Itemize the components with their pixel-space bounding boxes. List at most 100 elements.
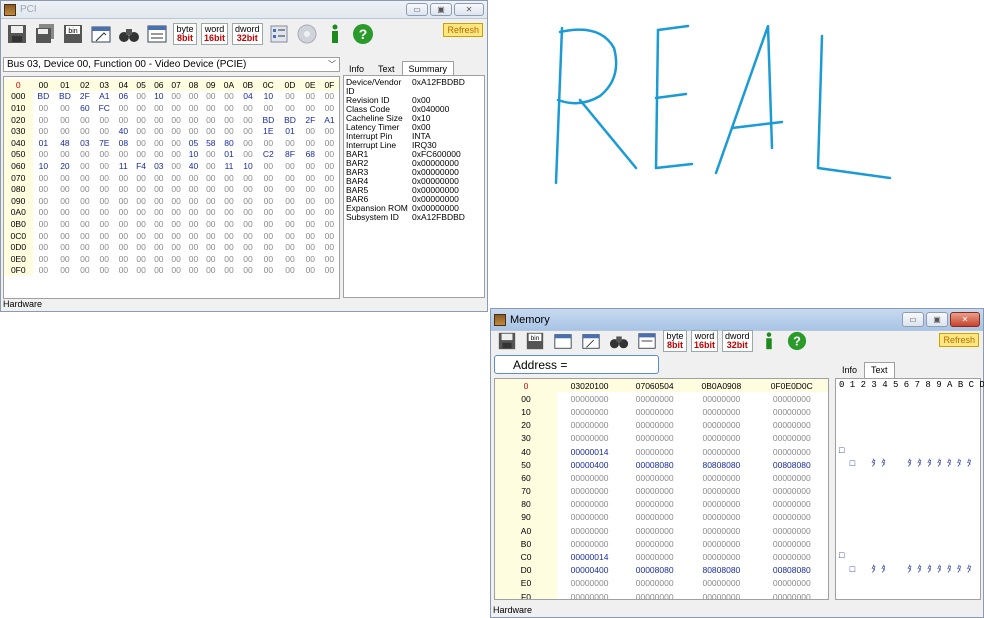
hex-cell[interactable]: 00 (54, 114, 76, 126)
hex-cell[interactable]: 00 (132, 172, 150, 184)
hex-cell[interactable]: 20 (54, 160, 76, 172)
hex-cell[interactable]: 00 (150, 172, 167, 184)
hex-cell[interactable]: 00 (301, 241, 320, 253)
hex-cell[interactable]: 00 (167, 207, 184, 219)
hex-cell[interactable]: 00 (76, 125, 94, 137)
hex-cell[interactable]: 00 (150, 149, 167, 161)
hex-cell[interactable]: 00 (219, 218, 238, 230)
hex-cell[interactable]: 00 (185, 183, 202, 195)
hex-cell[interactable]: 00000000 (622, 392, 687, 405)
hex-cell[interactable]: 01 (219, 149, 238, 161)
minimize-button[interactable]: ▭ (902, 312, 924, 327)
hex-cell[interactable]: 00 (258, 137, 280, 149)
hex-cell[interactable]: 00 (76, 218, 94, 230)
hex-cell[interactable]: 00 (279, 137, 301, 149)
hex-cell[interactable]: 00 (258, 207, 280, 219)
hex-cell[interactable]: 00808080 (756, 564, 828, 577)
hex-cell[interactable]: 00 (94, 241, 115, 253)
hex-cell[interactable]: 10 (185, 149, 202, 161)
hex-cell[interactable]: 80 (219, 137, 238, 149)
hex-cell[interactable]: 00000000 (622, 511, 687, 524)
pci-titlebar[interactable]: PCI ▭ ▣ ✕ (1, 1, 487, 19)
hex-cell[interactable]: 00 (219, 207, 238, 219)
hex-cell[interactable]: 00 (167, 102, 184, 114)
hex-cell[interactable]: 00000000 (687, 432, 755, 445)
hex-cell[interactable]: 00 (54, 265, 76, 277)
hex-cell[interactable]: 00 (167, 172, 184, 184)
maximize-button[interactable]: ▣ (926, 312, 948, 327)
hex-cell[interactable]: 00 (33, 149, 55, 161)
hex-cell[interactable]: 00000000 (687, 524, 755, 537)
hex-cell[interactable]: 00 (258, 241, 280, 253)
hex-cell[interactable]: 00 (94, 195, 115, 207)
hex-cell[interactable]: 00 (115, 230, 132, 242)
hex-cell[interactable]: 00 (258, 160, 280, 172)
hex-cell[interactable]: 00000000 (622, 419, 687, 432)
hex-cell[interactable]: 10 (33, 160, 55, 172)
binoculars-icon[interactable] (117, 22, 141, 46)
address-field[interactable]: Address = 00000000FC600000 (494, 355, 659, 390)
hex-cell[interactable]: 00 (320, 230, 339, 242)
hex-cell[interactable]: 00 (219, 265, 238, 277)
hex-cell[interactable]: 00 (94, 160, 115, 172)
hex-cell[interactable]: 80808080 (687, 458, 755, 471)
hex-cell[interactable]: 00 (258, 218, 280, 230)
hex-cell[interactable]: 00 (320, 125, 339, 137)
hex-cell[interactable]: 01 (33, 137, 55, 149)
hex-cell[interactable]: 00 (76, 230, 94, 242)
hex-cell[interactable]: 00 (54, 207, 76, 219)
hex-cell[interactable]: 00 (150, 102, 167, 114)
hex-cell[interactable]: 00000000 (557, 419, 622, 432)
refresh-button[interactable]: Refresh (939, 333, 979, 347)
hex-cell[interactable]: 00 (54, 230, 76, 242)
hex-cell[interactable]: 00 (167, 149, 184, 161)
window-list-icon[interactable] (635, 329, 659, 353)
hex-cell[interactable]: 08 (115, 137, 132, 149)
hex-cell[interactable]: 00 (132, 230, 150, 242)
hex-cell[interactable]: 00 (115, 195, 132, 207)
hex-cell[interactable]: 00008080 (622, 458, 687, 471)
hex-cell[interactable]: 00 (320, 172, 339, 184)
hex-cell[interactable]: 00 (219, 102, 238, 114)
dword-mode-button[interactable]: dword 32bit (722, 330, 753, 352)
hex-cell[interactable]: 00 (185, 265, 202, 277)
hex-cell[interactable]: 00000000 (687, 577, 755, 590)
hex-cell[interactable]: 00000000 (622, 590, 687, 599)
hex-cell[interactable]: 00000000 (622, 577, 687, 590)
hex-cell[interactable]: 00 (54, 195, 76, 207)
hex-cell[interactable]: 00 (132, 183, 150, 195)
hex-cell[interactable]: 00 (202, 172, 219, 184)
hex-cell[interactable]: 00 (320, 183, 339, 195)
hex-cell[interactable]: 00 (167, 114, 184, 126)
hex-cell[interactable]: 00 (320, 218, 339, 230)
hex-cell[interactable]: 00 (258, 230, 280, 242)
hex-cell[interactable]: 00 (132, 253, 150, 265)
hex-cell[interactable]: 00 (279, 160, 301, 172)
hex-cell[interactable]: 00 (33, 230, 55, 242)
hex-cell[interactable]: 00 (115, 207, 132, 219)
hex-cell[interactable]: 8F (279, 149, 301, 161)
hex-cell[interactable]: 00 (115, 172, 132, 184)
hex-cell[interactable]: 00 (301, 102, 320, 114)
save-all-icon[interactable] (33, 22, 57, 46)
hex-cell[interactable]: BD (258, 114, 280, 126)
hex-cell[interactable]: 00 (33, 183, 55, 195)
hex-cell[interactable]: 00 (94, 207, 115, 219)
hex-cell[interactable]: 00 (279, 253, 301, 265)
hex-cell[interactable]: 00 (258, 183, 280, 195)
hex-cell[interactable]: 00000000 (622, 485, 687, 498)
hex-cell[interactable]: 00 (301, 183, 320, 195)
hex-cell[interactable]: 00 (279, 230, 301, 242)
hex-cell[interactable]: 00 (239, 172, 258, 184)
hex-cell[interactable]: 00 (167, 125, 184, 137)
hex-cell[interactable]: 00 (76, 172, 94, 184)
hex-cell[interactable]: 00 (33, 207, 55, 219)
hex-cell[interactable]: 00 (279, 91, 301, 103)
hex-cell[interactable]: 00 (167, 160, 184, 172)
hex-cell[interactable]: 00 (239, 265, 258, 277)
hex-cell[interactable]: 00 (150, 114, 167, 126)
hex-cell[interactable]: 00 (202, 114, 219, 126)
hex-cell[interactable]: 00 (279, 195, 301, 207)
hex-cell[interactable]: 00 (202, 195, 219, 207)
hex-cell[interactable]: 00 (132, 149, 150, 161)
